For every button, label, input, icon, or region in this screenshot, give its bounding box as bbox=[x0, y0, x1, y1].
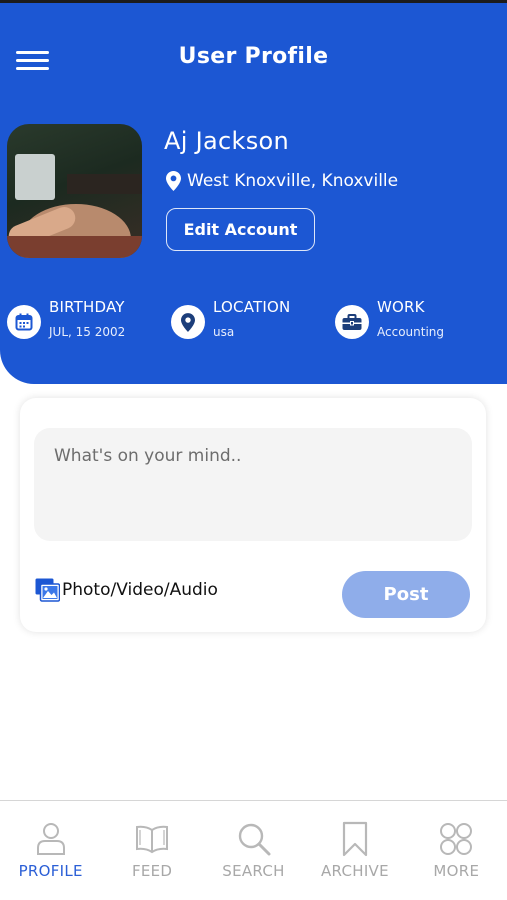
location-text: West Knoxville, Knoxville bbox=[187, 171, 399, 191]
map-pin-icon bbox=[171, 305, 205, 339]
work-info: WORK Accounting bbox=[335, 298, 444, 339]
page-title: User Profile bbox=[178, 44, 329, 69]
bookmark-icon bbox=[342, 821, 368, 857]
briefcase-icon bbox=[335, 305, 369, 339]
nav-label: MORE bbox=[433, 862, 480, 880]
location-info: LOCATION usa bbox=[171, 298, 290, 339]
post-button[interactable]: Post bbox=[342, 571, 470, 618]
work-label: WORK bbox=[377, 298, 425, 316]
nav-item-feed[interactable]: FEED bbox=[101, 801, 202, 900]
nav-label: ARCHIVE bbox=[320, 862, 389, 880]
nav-label: FEED bbox=[131, 862, 173, 880]
birthday-value: JUL, 15 2002 bbox=[49, 325, 126, 339]
user-name: Aj Jackson bbox=[164, 127, 289, 155]
work-value: Accounting bbox=[377, 325, 445, 339]
grid-icon bbox=[440, 823, 473, 855]
nav-label: PROFILE bbox=[18, 862, 83, 880]
status-bar-edge bbox=[0, 0, 507, 3]
add-media-button[interactable]: Photo/Video/Audio bbox=[35, 578, 218, 602]
birthday-label: BIRTHDAY bbox=[49, 298, 125, 316]
location-value: usa bbox=[213, 325, 235, 339]
nav-item-archive[interactable]: ARCHIVE bbox=[304, 801, 405, 900]
user-location: West Knoxville, Knoxville bbox=[166, 171, 398, 191]
avatar[interactable] bbox=[7, 124, 142, 258]
nav-item-search[interactable]: SEARCH bbox=[203, 801, 304, 900]
calendar-icon bbox=[7, 305, 41, 339]
profile-screen: User Profile Aj Jackson West Knoxville, … bbox=[0, 0, 507, 900]
nav-item-more[interactable]: MORE bbox=[406, 801, 507, 900]
nav-item-profile[interactable]: PROFILE bbox=[0, 801, 101, 900]
photo-icon bbox=[35, 578, 60, 602]
profile-icon bbox=[36, 823, 65, 855]
map-pin-icon bbox=[166, 171, 181, 191]
birthday-info: BIRTHDAY JUL, 15 2002 bbox=[7, 298, 125, 339]
bottom-nav: PROFILE FEED SEARCH ARCHIVE MORE bbox=[0, 800, 507, 900]
post-composer: Photo/Video/Audio Post bbox=[20, 398, 486, 632]
edit-account-button[interactable]: Edit Account bbox=[166, 208, 315, 251]
profile-header: User Profile Aj Jackson West Knoxville, … bbox=[0, 0, 507, 384]
nav-label: SEARCH bbox=[222, 862, 285, 880]
search-icon bbox=[238, 823, 271, 856]
post-input[interactable] bbox=[34, 428, 472, 541]
media-label: Photo/Video/Audio bbox=[62, 580, 218, 600]
location-label: LOCATION bbox=[213, 298, 291, 316]
book-icon bbox=[136, 825, 169, 854]
